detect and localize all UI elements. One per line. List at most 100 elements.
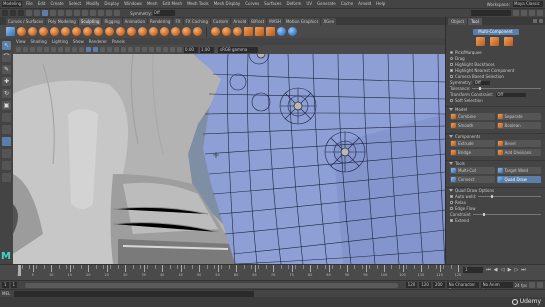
- repeat-tool-icon[interactable]: [94, 27, 103, 36]
- open-scene-icon[interactable]: [10, 10, 16, 16]
- menu-uv[interactable]: UV: [306, 0, 312, 8]
- redo-icon[interactable]: [34, 10, 40, 16]
- spray-tool-icon[interactable]: [83, 27, 92, 36]
- range-bar[interactable]: [25, 282, 398, 288]
- depth-of-field-icon[interactable]: [149, 47, 154, 52]
- menu-mesh[interactable]: Mesh: [147, 0, 158, 8]
- perspective-graph-icon[interactable]: [2, 161, 11, 170]
- go-to-start-icon[interactable]: ⏮: [486, 267, 491, 273]
- exposure-field[interactable]: 0.00: [184, 46, 198, 53]
- auto-weld-checkbox[interactable]: [450, 195, 453, 198]
- bookmark-icon[interactable]: [30, 47, 35, 52]
- shadows-icon[interactable]: [121, 47, 126, 52]
- shelf-tab[interactable]: Custom: [211, 18, 231, 25]
- auto-weld-slider[interactable]: [478, 195, 541, 198]
- boolean-button[interactable]: Boolean: [496, 122, 541, 129]
- bulge-tool-icon[interactable]: [171, 27, 180, 36]
- shelf-tab[interactable]: Rigging: [102, 18, 122, 25]
- shelf-tab[interactable]: MASH: [267, 18, 283, 25]
- amplify-tool-icon[interactable]: [182, 27, 191, 36]
- multi-cut-button[interactable]: Multi-Cut: [450, 167, 495, 174]
- invert-freeze-icon[interactable]: [233, 27, 242, 36]
- relax-tool-icon[interactable]: [28, 27, 37, 36]
- pinch-tool-icon[interactable]: [50, 27, 59, 36]
- workspace-dropdown[interactable]: Maya Classic: [513, 1, 543, 7]
- flatten-tool-icon[interactable]: [61, 27, 70, 36]
- shelf-tab[interactable]: FX: [173, 18, 183, 25]
- start-time-field[interactable]: 1: [2, 282, 9, 288]
- grid-icon[interactable]: [44, 47, 49, 52]
- new-scene-icon[interactable]: [2, 10, 8, 16]
- search-field[interactable]: [471, 10, 511, 16]
- move-tool-icon[interactable]: ✚: [2, 77, 11, 86]
- smooth-tool-icon[interactable]: [17, 27, 26, 36]
- lights-icon[interactable]: [114, 47, 119, 52]
- anti-aliasing-icon[interactable]: [142, 47, 147, 52]
- select-by-hierarchy-icon[interactable]: [42, 10, 48, 16]
- menu-arnold[interactable]: Arnold: [358, 0, 371, 8]
- pick-marquee-radio[interactable]: [450, 51, 453, 54]
- command-input[interactable]: [14, 290, 254, 297]
- gamma-field[interactable]: 1.00: [200, 46, 214, 53]
- lasso-tool-icon[interactable]: ⌒: [2, 53, 11, 62]
- rotate-tool-icon[interactable]: ↻: [2, 89, 11, 98]
- color-space-dropdown[interactable]: sRGB gamma: [218, 46, 258, 53]
- highlight-backfaces-checkbox[interactable]: [450, 63, 453, 66]
- menu-deform[interactable]: Deform: [286, 0, 301, 8]
- edge-mode-icon[interactable]: [489, 37, 499, 46]
- quad-draw-button[interactable]: Quad Draw: [496, 176, 541, 183]
- smear-tool-icon[interactable]: [160, 27, 169, 36]
- extend-row[interactable]: Extend: [446, 218, 545, 223]
- current-frame-field[interactable]: 1: [463, 267, 483, 273]
- extrude-button[interactable]: Extrude: [450, 140, 495, 147]
- transform-constraint-dropdown[interactable]: Off: [496, 92, 527, 97]
- vertex-mode-icon[interactable]: [475, 37, 485, 46]
- auto-weld-slider-knob[interactable]: [490, 195, 493, 198]
- play-forward-icon[interactable]: ▶: [507, 267, 512, 273]
- tab-object[interactable]: Object: [448, 18, 468, 25]
- shelf-tab[interactable]: Arnold: [231, 18, 249, 25]
- select-by-object-icon[interactable]: [50, 10, 56, 16]
- section-quad-draw-options[interactable]: Quad Draw Options: [446, 187, 545, 193]
- playback-end-field[interactable]: 120: [405, 282, 418, 288]
- target-weld-button[interactable]: Target Weld: [496, 167, 541, 174]
- connect-button[interactable]: Connect: [450, 176, 495, 183]
- edge-flow-row[interactable]: Edge Flow: [446, 206, 545, 211]
- symmetry-dropdown[interactable]: Off: [152, 10, 175, 16]
- imprint-tool-icon[interactable]: [105, 27, 114, 36]
- tolerance-slider[interactable]: [472, 87, 541, 90]
- option-camera-based[interactable]: Camera Based Selection: [446, 74, 545, 79]
- shelf-tab[interactable]: Motion Graphics: [283, 18, 321, 25]
- wireframe-icon[interactable]: [86, 47, 91, 52]
- separate-button[interactable]: Separate: [496, 113, 541, 120]
- menu-curves[interactable]: Curves: [245, 0, 259, 8]
- close-panel-icon[interactable]: [539, 19, 543, 23]
- shelf-tab[interactable]: Curves / Surfaces: [6, 18, 46, 25]
- four-view-icon[interactable]: [2, 137, 11, 146]
- smooth-button[interactable]: Smooth: [450, 122, 495, 129]
- silhouette-icon[interactable]: [277, 27, 286, 36]
- shelf-tab[interactable]: Poly Modeling: [46, 18, 78, 25]
- character-set-dropdown[interactable]: No Character Set: [446, 282, 479, 293]
- edge-flow-checkbox[interactable]: [450, 207, 453, 210]
- menu-generate[interactable]: Generate: [317, 0, 336, 8]
- ipr-render-icon[interactable]: [106, 10, 112, 16]
- menu-mesh-display[interactable]: Mesh Display: [214, 0, 241, 8]
- xray-components-icon[interactable]: [177, 47, 182, 52]
- menu-windows[interactable]: Windows: [124, 0, 142, 8]
- sign-in-icon[interactable]: [513, 10, 519, 16]
- menu-modify[interactable]: Modify: [86, 0, 99, 8]
- snap-grid-icon[interactable]: [66, 10, 72, 16]
- panel-menu-view[interactable]: View: [16, 39, 26, 44]
- resolution-gate-icon[interactable]: [58, 47, 63, 52]
- soft-selection-checkbox[interactable]: [450, 99, 453, 102]
- step-back-icon[interactable]: ◀: [493, 267, 498, 273]
- option-drag[interactable]: Drag: [446, 56, 545, 61]
- menu-select[interactable]: Select: [69, 0, 81, 8]
- extend-checkbox[interactable]: [450, 219, 453, 222]
- field-chart-icon[interactable]: [72, 47, 77, 52]
- menu-edit-mesh[interactable]: Edit Mesh: [163, 0, 183, 8]
- shelf-tab[interactable]: XGen: [321, 18, 337, 25]
- scale-tool-icon[interactable]: ▣: [2, 101, 11, 110]
- panel-menu-show[interactable]: Show: [73, 39, 84, 44]
